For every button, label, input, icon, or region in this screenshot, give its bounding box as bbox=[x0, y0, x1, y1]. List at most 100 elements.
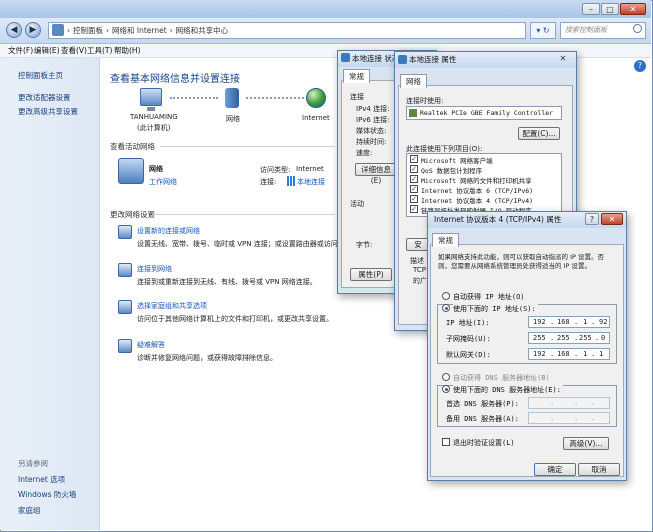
network-icon bbox=[398, 55, 407, 64]
minimize-button[interactable]: – bbox=[582, 3, 600, 15]
list-item[interactable]: Microsoft 网络的文件和打印机共享 bbox=[421, 175, 532, 185]
connections-label: 连接: bbox=[260, 178, 277, 186]
window-close-button[interactable]: ✕ bbox=[620, 3, 646, 15]
internet-globe-icon bbox=[306, 88, 326, 108]
description-label: 描述 bbox=[410, 257, 424, 265]
gateway-label: 默认网关(D): bbox=[446, 351, 491, 359]
subnet-mask-input[interactable]: 255 . 255 . 255 . 0 bbox=[528, 332, 610, 344]
task-desc: 设置无线、宽带、拨号、临时或 VPN 连接；或设置路由器或访问点。 bbox=[137, 240, 352, 248]
change-settings-title: 更改网络设置 bbox=[110, 210, 155, 219]
breadcrumb-item[interactable]: 网络和 Internet bbox=[112, 26, 167, 35]
breadcrumb[interactable]: › 控制面板 › 网络和 Internet › 网络和共享中心 bbox=[48, 22, 526, 39]
divider bbox=[152, 214, 335, 215]
active-networks-title: 查看活动网络 bbox=[110, 142, 155, 151]
see-also-homegroup[interactable]: 家庭组 bbox=[18, 505, 41, 516]
maximize-button[interactable]: □ bbox=[601, 3, 619, 15]
auto-dns-label[interactable]: 自动获得 DNS 服务器地址(B) bbox=[453, 373, 550, 383]
sidebar-item-adapter[interactable]: 更改适配器设置 bbox=[18, 92, 71, 103]
close-icon[interactable]: ✕ bbox=[601, 213, 623, 225]
breadcrumb-item[interactable]: 控制面板 bbox=[73, 26, 103, 35]
list-item[interactable]: Internet 协议版本 6 (TCP/IPv6) bbox=[421, 185, 533, 195]
task-new-connection[interactable]: 设置新的连接或网络 bbox=[137, 226, 200, 236]
item-checkbox[interactable]: ✓ bbox=[410, 185, 418, 193]
properties-button[interactable]: 属性(P) bbox=[350, 268, 392, 281]
menu-edit[interactable]: 编辑(E) bbox=[34, 45, 60, 56]
adapter-icon bbox=[409, 109, 417, 117]
ok-button[interactable]: 确定 bbox=[534, 463, 576, 476]
validate-checkbox[interactable] bbox=[442, 438, 450, 446]
intro-text: 如果网络支持此功能，则可以获取自动指派的 IP 设置。否则，您需要从网络系统管理… bbox=[438, 253, 604, 270]
network-type-link[interactable]: 工作网络 bbox=[149, 177, 177, 187]
adapter-name: Realtek PCIe GBE Family Controller bbox=[420, 109, 554, 117]
back-icon[interactable]: ◀ bbox=[6, 22, 22, 38]
local-connection-link[interactable]: 本地连接 bbox=[297, 177, 325, 187]
connect-using-label: 连接时使用: bbox=[406, 97, 444, 105]
sidebar-item-sharing[interactable]: 更改高级共享设置 bbox=[18, 106, 78, 117]
ip-octet: 92 bbox=[599, 318, 608, 326]
ip-octet: 0 bbox=[601, 334, 606, 342]
menu-view[interactable]: 查看(V) bbox=[61, 45, 87, 56]
tab-general[interactable]: 常规 bbox=[343, 69, 370, 83]
manual-ip-radio[interactable] bbox=[442, 304, 450, 312]
see-also-firewall[interactable]: Windows 防火墙 bbox=[18, 489, 76, 500]
item-checkbox[interactable]: ✓ bbox=[410, 195, 418, 203]
search-icon bbox=[633, 24, 642, 33]
tab-networking[interactable]: 网络 bbox=[400, 74, 427, 88]
left-pane bbox=[0, 58, 100, 530]
access-type-label: 访问类型: bbox=[260, 166, 291, 174]
auto-ip-label[interactable]: 自动获得 IP 地址(O) bbox=[453, 292, 525, 302]
close-icon[interactable]: ✕ bbox=[555, 54, 571, 65]
advanced-button[interactable]: 高级(V)... bbox=[563, 437, 609, 450]
menu-tools[interactable]: 工具(T) bbox=[87, 45, 112, 56]
menu-help[interactable]: 帮助(H) bbox=[114, 45, 141, 56]
sidebar-item-home[interactable]: 控制面板主页 bbox=[18, 70, 63, 81]
bytes-label: 字节: bbox=[356, 241, 373, 249]
gateway-input[interactable]: 192 . 168 . 1 . 1 bbox=[528, 348, 610, 360]
menu-file[interactable]: 文件(F) bbox=[8, 45, 33, 56]
ip-octet: 1 bbox=[583, 318, 588, 326]
manual-ip-label[interactable]: 使用下面的 IP 地址(S): bbox=[453, 304, 538, 314]
ip-address-input[interactable]: 192 . 168 . 1 . 92 bbox=[528, 316, 610, 328]
alternate-dns-label: 备用 DNS 服务器(A): bbox=[446, 415, 519, 423]
item-checkbox[interactable]: ✓ bbox=[410, 155, 418, 163]
status-label: 持续时间: bbox=[356, 138, 387, 146]
alternate-dns-input[interactable]: ... bbox=[528, 412, 610, 424]
access-type-value: Internet bbox=[296, 165, 324, 173]
ip-octet: 168 bbox=[557, 318, 570, 326]
help-question-icon[interactable]: ? bbox=[585, 213, 599, 225]
auto-dns-radio[interactable] bbox=[442, 373, 450, 381]
refresh-button[interactable]: ▾ ↻ bbox=[530, 22, 556, 39]
list-item[interactable]: Microsoft 网络客户端 bbox=[421, 155, 493, 165]
see-also-title: 另请参阅 bbox=[18, 459, 48, 468]
help-icon[interactable]: ? bbox=[634, 60, 646, 72]
task-desc: 诊断并修复网络问题，或获得故障排除信息。 bbox=[137, 354, 277, 362]
configure-button[interactable]: 配置(C)... bbox=[518, 127, 560, 140]
item-checkbox[interactable]: ✓ bbox=[410, 205, 418, 213]
task-connect[interactable]: 连接到网络 bbox=[137, 264, 172, 274]
forward-icon[interactable]: ▶ bbox=[25, 22, 41, 38]
validate-label[interactable]: 退出时验证设置(L) bbox=[453, 438, 515, 448]
task-troubleshoot[interactable]: 疑难解答 bbox=[137, 340, 165, 350]
connection-line bbox=[170, 97, 218, 99]
see-also-internet-options[interactable]: Internet 选项 bbox=[18, 474, 65, 485]
ip-octet: 1 bbox=[583, 350, 588, 358]
description-line: TCP bbox=[413, 266, 426, 274]
manual-dns-label[interactable]: 使用下面的 DNS 服务器地址(E): bbox=[453, 385, 563, 395]
computer-sub: (此计算机) bbox=[137, 124, 171, 132]
properties-dialog-title: 本地连接 属性 bbox=[395, 52, 576, 68]
item-checkbox[interactable]: ✓ bbox=[410, 165, 418, 173]
list-item[interactable]: Internet 协议版本 4 (TCP/IPv4) bbox=[421, 195, 533, 205]
item-checkbox[interactable]: ✓ bbox=[410, 175, 418, 183]
breadcrumb-item[interactable]: 网络和共享中心 bbox=[176, 26, 229, 35]
auto-ip-radio[interactable] bbox=[442, 292, 450, 300]
ethernet-icon bbox=[287, 176, 296, 186]
manual-dns-radio[interactable] bbox=[442, 385, 450, 393]
list-item[interactable]: QoS 数据包计划程序 bbox=[421, 165, 482, 175]
task-desc: 连接到或重新连接到无线、有线、拨号或 VPN 网络连接。 bbox=[137, 278, 317, 286]
new-connection-icon bbox=[118, 225, 132, 239]
details-button[interactable]: 详细信息(E) bbox=[355, 163, 397, 185]
task-homegroup[interactable]: 选择家庭组和共享选项 bbox=[137, 301, 207, 311]
cancel-button[interactable]: 取消 bbox=[578, 463, 620, 476]
tab-general[interactable]: 常规 bbox=[432, 233, 459, 247]
preferred-dns-input[interactable]: ... bbox=[528, 397, 610, 409]
